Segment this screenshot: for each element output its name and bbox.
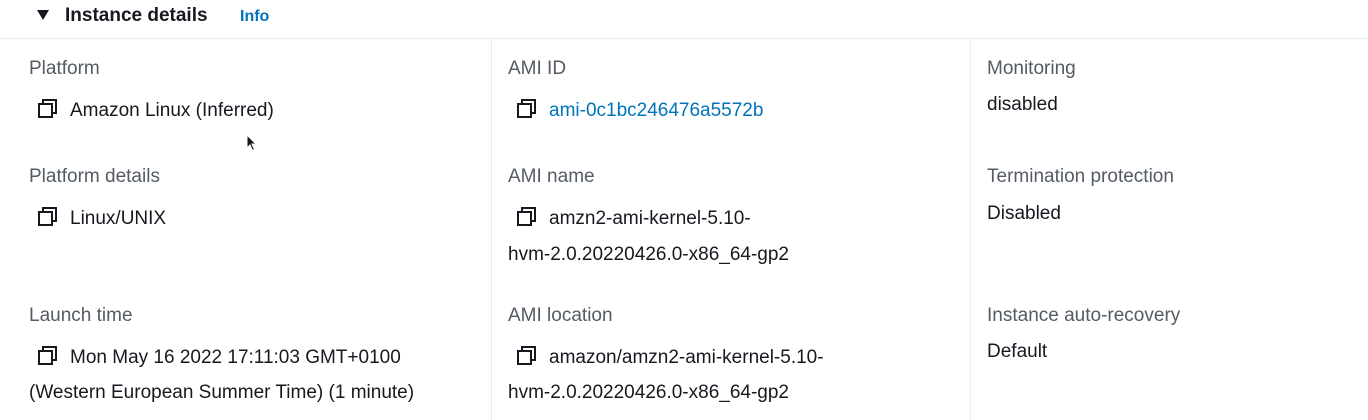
copy-icon[interactable] xyxy=(37,206,58,227)
launch-time-value-line2: (Western European Summer Time) (1 minute… xyxy=(29,382,415,403)
platform-details-value-row: Linux/UNIX xyxy=(37,201,166,237)
launch-time-value-row: Mon May 16 2022 17:11:03 GMT+0100 xyxy=(37,340,401,376)
ami-location-label: AMI location xyxy=(508,305,613,326)
platform-details-value: Linux/UNIX xyxy=(70,208,167,229)
auto-recovery-value: Default xyxy=(987,341,1048,362)
platform-value-row: Amazon Linux (Inferred) xyxy=(37,93,274,129)
platform-value: Amazon Linux (Inferred) xyxy=(70,100,274,121)
copy-icon[interactable] xyxy=(37,98,58,119)
caret-down-icon[interactable] xyxy=(37,10,49,20)
copy-icon[interactable] xyxy=(516,206,537,227)
ami-id-value-row: ami-0c1bc246476a5572b xyxy=(516,93,763,129)
launch-time-label: Launch time xyxy=(29,305,133,326)
monitoring-value: disabled xyxy=(987,94,1058,115)
ami-location-value-row: amazon/amzn2-ami-kernel-5.10- xyxy=(516,340,824,376)
mouse-pointer-icon xyxy=(246,134,258,152)
termination-protection-label: Termination protection xyxy=(987,166,1174,187)
auto-recovery-label: Instance auto-recovery xyxy=(987,305,1181,326)
copy-icon[interactable] xyxy=(516,345,537,366)
monitoring-label: Monitoring xyxy=(987,58,1076,79)
ami-location-value-line2: hvm-2.0.20220426.0-x86_64-gp2 xyxy=(508,382,789,403)
column-divider xyxy=(491,38,492,420)
column-divider xyxy=(970,38,971,420)
termination-protection-value: Disabled xyxy=(987,203,1061,224)
ami-name-value-line2: hvm-2.0.20220426.0-x86_64-gp2 xyxy=(508,244,789,265)
platform-label: Platform xyxy=(29,58,100,79)
info-link[interactable]: Info xyxy=(240,8,269,26)
section-title[interactable]: Instance details xyxy=(65,5,208,27)
ami-location-value-line1: amazon/amzn2-ami-kernel-5.10- xyxy=(549,347,824,368)
ami-name-label: AMI name xyxy=(508,166,595,187)
copy-icon[interactable] xyxy=(37,345,58,366)
launch-time-value-line1: Mon May 16 2022 17:11:03 GMT+0100 xyxy=(70,347,401,368)
ami-name-value-line1: amzn2-ami-kernel-5.10- xyxy=(549,208,751,229)
copy-icon[interactable] xyxy=(516,98,537,119)
ami-id-link[interactable]: ami-0c1bc246476a5572b xyxy=(549,100,763,121)
ami-name-value-row: amzn2-ami-kernel-5.10- xyxy=(516,201,751,237)
platform-details-label: Platform details xyxy=(29,166,160,187)
ami-id-label: AMI ID xyxy=(508,58,567,79)
section-header: Instance details Info xyxy=(0,0,1368,39)
